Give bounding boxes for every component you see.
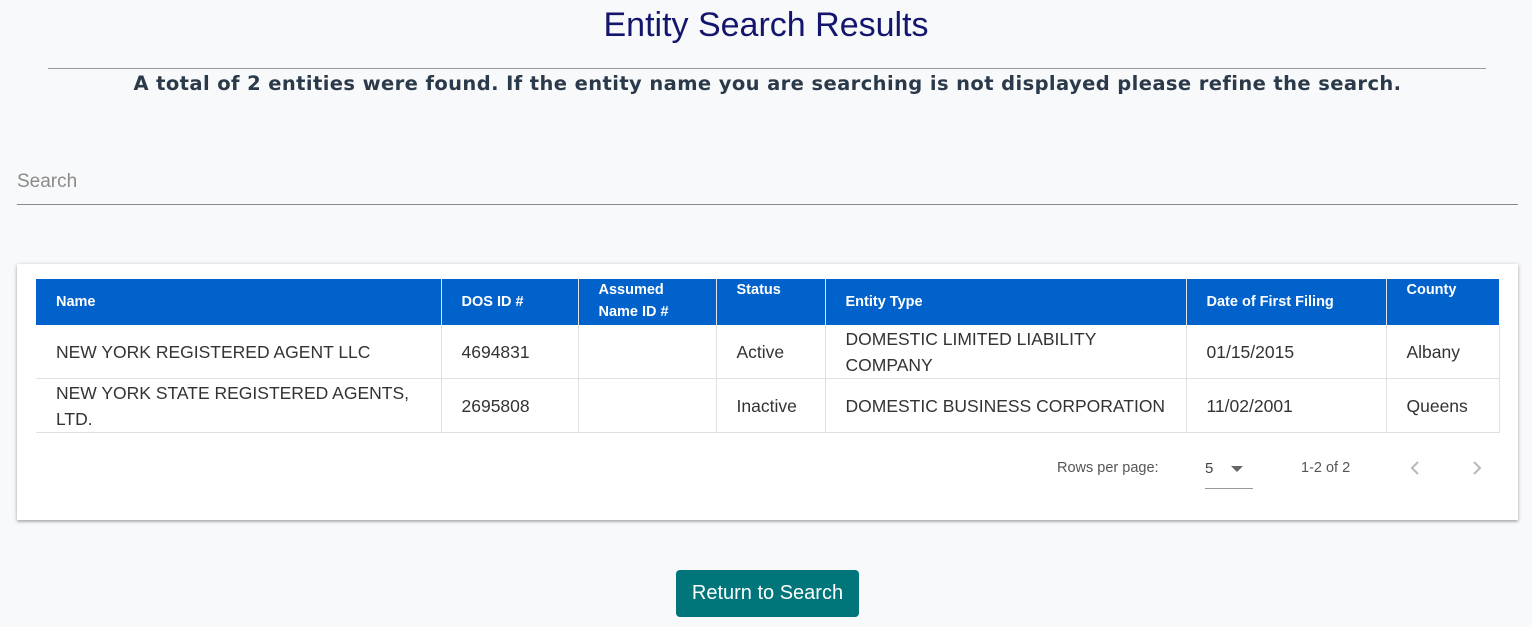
cell-dos-id: 4694831 [441, 325, 579, 379]
table-row[interactable]: NEW YORK STATE REGISTERED AGENTS, LTD. 2… [36, 378, 1500, 433]
column-header-date-first-filing[interactable]: Date of First Filing [1186, 279, 1387, 325]
column-header-county[interactable]: County [1386, 279, 1499, 325]
column-header-entity-type[interactable]: Entity Type [825, 279, 1187, 325]
rows-per-page-value: 5 [1205, 460, 1214, 477]
chevron-left-icon [1410, 461, 1419, 475]
rows-per-page-select[interactable]: 5 [1205, 450, 1253, 489]
search-field [17, 160, 1518, 205]
pagination-range: 1-2 of 2 [1301, 460, 1351, 476]
cell-assumed-name-id [578, 325, 717, 379]
pagination-bar: Rows per page: 5 1-2 of 2 [17, 444, 1518, 494]
results-summary: A total of 2 entities were found. If the… [133, 72, 1402, 95]
cell-status: Inactive [716, 378, 826, 433]
next-page-button[interactable] [1463, 454, 1491, 482]
title-divider [48, 68, 1486, 69]
column-header-status[interactable]: Status [716, 279, 826, 325]
column-header-dos-id[interactable]: DOS ID # [441, 279, 579, 325]
cell-status: Active [716, 325, 826, 379]
cell-assumed-name-id [578, 378, 717, 433]
cell-name[interactable]: NEW YORK STATE REGISTERED AGENTS, LTD. [36, 378, 442, 433]
results-card: Name DOS ID # Assumed Name ID # Status E… [17, 264, 1518, 520]
column-header-name[interactable]: Name [36, 279, 442, 325]
cell-county: Albany [1386, 325, 1500, 379]
cell-date-first-filing: 01/15/2015 [1186, 325, 1387, 379]
previous-page-button[interactable] [1401, 454, 1429, 482]
caret-down-icon [1231, 466, 1243, 472]
cell-county: Queens [1386, 378, 1500, 433]
page-title: Entity Search Results [603, 6, 929, 44]
chevron-right-icon [1473, 461, 1482, 475]
table-row[interactable]: NEW YORK REGISTERED AGENT LLC 4694831 Ac… [36, 325, 1500, 379]
cell-name[interactable]: NEW YORK REGISTERED AGENT LLC [36, 325, 442, 379]
results-table: Name DOS ID # Assumed Name ID # Status E… [36, 279, 1500, 433]
column-header-assumed-name-id[interactable]: Assumed Name ID # [578, 279, 717, 325]
cell-entity-type: DOMESTIC BUSINESS CORPORATION [825, 378, 1187, 433]
cell-dos-id: 2695808 [441, 378, 579, 433]
cell-date-first-filing: 11/02/2001 [1186, 378, 1387, 433]
cell-entity-type: DOMESTIC LIMITED LIABILITY COMPANY [825, 325, 1187, 379]
return-to-search-button[interactable]: Return to Search [676, 570, 859, 617]
table-header-row: Name DOS ID # Assumed Name ID # Status E… [36, 279, 1499, 325]
rows-per-page-label: Rows per page: [1057, 460, 1159, 476]
search-input[interactable] [17, 160, 1518, 204]
